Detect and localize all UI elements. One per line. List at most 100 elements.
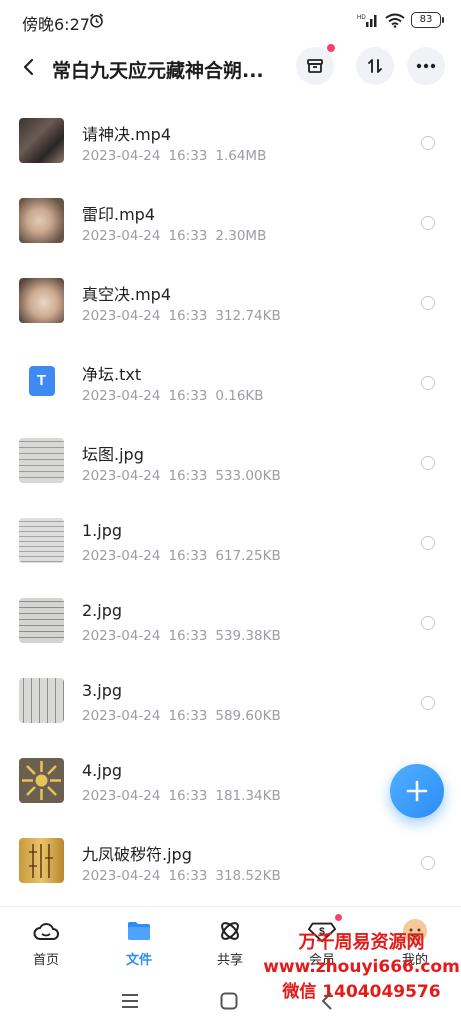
- file-meta: 2023-04-24 16:33 312.74KB: [82, 308, 289, 324]
- file-size: 181.34KB: [215, 788, 281, 804]
- file-meta: 2023-04-24 16:33 533.00KB: [82, 468, 289, 484]
- file-time: 16:33: [168, 708, 208, 724]
- menu-lines-icon: [122, 994, 138, 1008]
- select-radio[interactable]: [421, 616, 435, 630]
- file-item[interactable]: 雷印.mp4 2023-04-24 16:33 2.30MB: [0, 182, 461, 262]
- status-bar: 傍晚6:27 HD 83: [0, 0, 461, 42]
- txt-file-icon: T: [19, 358, 64, 403]
- select-radio[interactable]: [421, 696, 435, 710]
- status-indicators: HD 83: [357, 12, 444, 28]
- hd-label: HD: [357, 15, 366, 21]
- folder-icon: [128, 922, 150, 940]
- home-square-icon: [220, 992, 238, 1010]
- sort-icon: [368, 59, 382, 73]
- file-name: 坛图.jpg: [82, 445, 144, 464]
- file-date: 2023-04-24: [82, 148, 161, 164]
- file-item[interactable]: 九凤破秽符.jpg 2023-04-24 16:33 318.52KB: [0, 822, 461, 902]
- image-thumbnail: [19, 438, 64, 483]
- file-meta: 2023-04-24 16:33 539.38KB: [82, 628, 289, 644]
- file-item[interactable]: 2.jpg 2023-04-24 16:33 539.38KB: [0, 582, 461, 662]
- file-meta: 2023-04-24 16:33 318.52KB: [82, 868, 289, 884]
- file-name: 2.jpg: [82, 601, 123, 620]
- file-time: 16:33: [168, 308, 208, 324]
- tab-share[interactable]: 共享: [190, 917, 270, 968]
- select-radio[interactable]: [421, 216, 435, 230]
- battery-indicator: 83: [411, 12, 444, 28]
- file-size: 318.52KB: [215, 868, 281, 884]
- watermark-line: 万千周易资源网: [298, 932, 425, 953]
- recents-button[interactable]: [117, 988, 143, 1014]
- file-item[interactable]: 1.jpg 2023-04-24 16:33 617.25KB: [0, 502, 461, 582]
- txt-badge: T: [28, 365, 55, 396]
- file-size: 2.30MB: [215, 228, 267, 244]
- plus-icon: [406, 780, 428, 802]
- file-name: 3.jpg: [82, 681, 123, 700]
- file-time: 16:33: [168, 228, 208, 244]
- file-meta: 2023-04-24 16:33 181.34KB: [82, 788, 289, 804]
- video-thumbnail: [19, 278, 64, 323]
- select-radio[interactable]: [421, 536, 435, 550]
- file-size: 617.25KB: [215, 548, 281, 564]
- chevron-left-icon: [23, 58, 34, 76]
- more-button[interactable]: [407, 47, 445, 85]
- file-item[interactable]: 3.jpg 2023-04-24 16:33 589.60KB: [0, 662, 461, 742]
- file-time: 16:33: [168, 868, 208, 884]
- file-size: 0.16KB: [215, 388, 264, 404]
- add-button[interactable]: [390, 764, 444, 818]
- file-item[interactable]: 坛图.jpg 2023-04-24 16:33 533.00KB: [0, 422, 461, 502]
- back-nav-button[interactable]: [314, 988, 340, 1014]
- tab-label: 首页: [32, 953, 59, 968]
- home-button[interactable]: [216, 988, 242, 1014]
- file-date: 2023-04-24: [82, 228, 161, 244]
- select-radio[interactable]: [421, 376, 435, 390]
- cloud-icon: [33, 923, 59, 940]
- select-radio[interactable]: [421, 136, 435, 150]
- image-thumbnail: [19, 598, 64, 643]
- cell-signal-icon: HD: [357, 15, 377, 27]
- file-name: 雷印.mp4: [82, 205, 156, 224]
- file-time: 16:33: [168, 788, 208, 804]
- archive-box-icon: [307, 59, 323, 73]
- file-time: 16:33: [168, 628, 208, 644]
- video-thumbnail: [19, 198, 64, 243]
- file-item[interactable]: 真空决.mp4 2023-04-24 16:33 312.74KB: [0, 262, 461, 342]
- file-name: 1.jpg: [82, 521, 123, 540]
- file-time: 16:33: [168, 388, 208, 404]
- select-radio[interactable]: [421, 296, 435, 310]
- file-size: 589.60KB: [215, 708, 281, 724]
- select-radio[interactable]: [421, 856, 435, 870]
- file-meta: 2023-04-24 16:33 617.25KB: [82, 548, 289, 564]
- file-date: 2023-04-24: [82, 868, 161, 884]
- file-date: 2023-04-24: [82, 708, 161, 724]
- notification-dot: [335, 914, 342, 921]
- tab-label: 共享: [216, 953, 243, 968]
- file-time: 16:33: [168, 468, 208, 484]
- watermark-line: www.zhouyi666.com: [263, 957, 460, 977]
- tab-label: 文件: [125, 953, 152, 968]
- file-item[interactable]: 请神决.mp4 2023-04-24 16:33 1.64MB: [0, 102, 461, 182]
- image-thumbnail: [19, 518, 64, 563]
- wifi-icon: [385, 13, 405, 28]
- system-nav-bar: [0, 980, 461, 1024]
- image-thumbnail: [19, 678, 64, 723]
- more-dots-icon: [416, 63, 436, 69]
- file-item[interactable]: T 净坛.txt 2023-04-24 16:33 0.16KB: [0, 342, 461, 422]
- alarm-clock-icon: [90, 13, 103, 28]
- sun-symbol-icon: [22, 761, 61, 800]
- file-size: 1.64MB: [215, 148, 267, 164]
- file-date: 2023-04-24: [82, 788, 161, 804]
- archive-button[interactable]: [296, 44, 335, 85]
- file-date: 2023-04-24: [82, 548, 161, 564]
- back-button[interactable]: [14, 52, 44, 82]
- tab-home[interactable]: 首页: [6, 917, 86, 968]
- tab-files[interactable]: 文件: [99, 917, 179, 968]
- page-title: 常白九天应元藏神合朔...: [52, 60, 264, 82]
- sort-button[interactable]: [356, 47, 394, 85]
- select-radio[interactable]: [421, 456, 435, 470]
- file-size: 539.38KB: [215, 628, 281, 644]
- talisman-icon: [29, 844, 53, 878]
- file-meta: 2023-04-24 16:33 0.16KB: [82, 388, 272, 404]
- file-date: 2023-04-24: [82, 628, 161, 644]
- file-date: 2023-04-24: [82, 388, 161, 404]
- file-name: 请神决.mp4: [82, 125, 172, 144]
